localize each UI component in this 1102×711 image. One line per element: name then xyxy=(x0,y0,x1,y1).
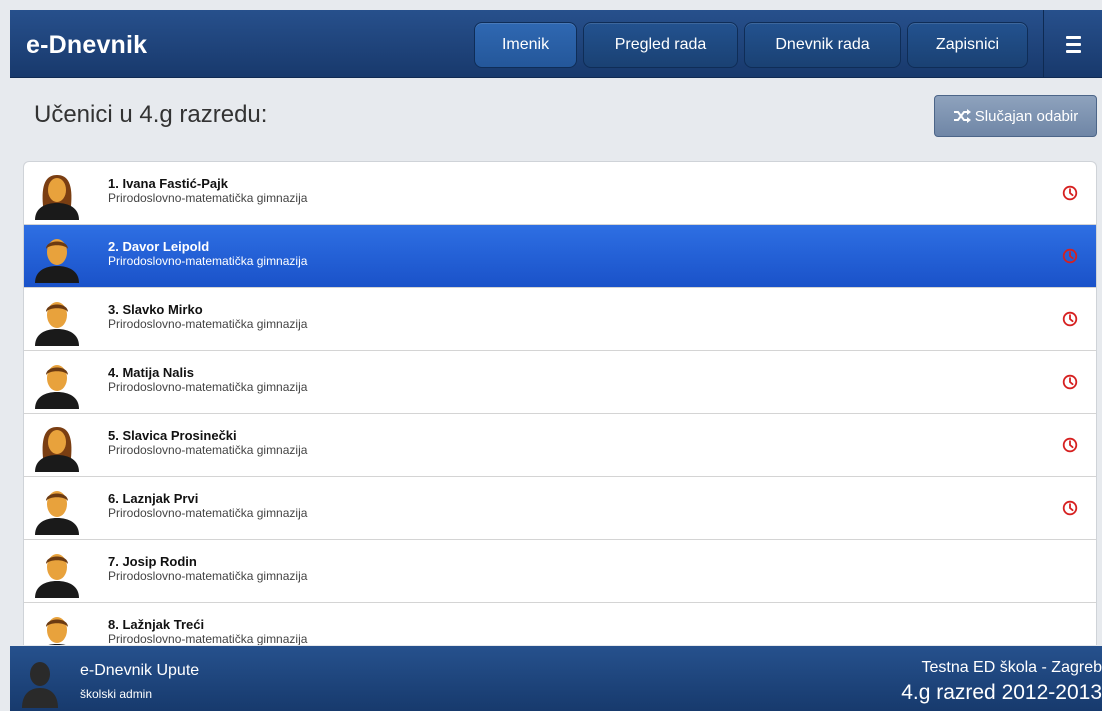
page-title: Učenici u 4.g razredu: xyxy=(34,101,268,128)
student-school: Prirodoslovno-matematička gimnazija xyxy=(108,506,308,520)
male-avatar-icon xyxy=(35,365,79,409)
student-row[interactable]: 4. Matija Nalis Prirodoslovno-matematičk… xyxy=(24,351,1096,414)
top-navbar: e-Dnevnik Imenik Pregled rada Dnevnik ra… xyxy=(10,10,1102,78)
nav-pregled-rada-button[interactable]: Pregled rada xyxy=(583,22,738,68)
male-avatar-icon xyxy=(35,554,79,598)
student-row[interactable]: 1. Ivana Fastić-Pajk Prirodoslovno-matem… xyxy=(24,162,1096,225)
student-row[interactable]: 7. Josip Rodin Prirodoslovno-matematička… xyxy=(24,540,1096,603)
student-row[interactable]: 8. Lažnjak Treći Prirodoslovno-matematič… xyxy=(24,603,1096,645)
nav-dnevnik-rada-button[interactable]: Dnevnik rada xyxy=(744,22,901,68)
student-name: 8. Lažnjak Treći xyxy=(108,617,205,632)
random-selection-button[interactable]: Slučajan odabir xyxy=(934,95,1097,137)
student-school: Prirodoslovno-matematička gimnazija xyxy=(108,569,308,583)
male-avatar-icon xyxy=(35,491,79,535)
student-school: Prirodoslovno-matematička gimnazija xyxy=(108,254,308,268)
student-name: 2. Davor Leipold xyxy=(108,239,210,254)
clock-icon[interactable] xyxy=(1062,500,1078,516)
school-name: Testna ED škola - Zagreb xyxy=(921,659,1102,676)
student-name: 5. Slavica Prosinečki xyxy=(108,428,237,443)
clock-icon[interactable] xyxy=(1062,374,1078,390)
user-avatar-icon xyxy=(22,662,58,708)
clock-icon[interactable] xyxy=(1062,437,1078,453)
random-selection-label: Slučajan odabir xyxy=(974,107,1079,125)
nav-zapisnici-button[interactable]: Zapisnici xyxy=(907,22,1028,68)
user-role: školski admin xyxy=(80,687,153,701)
student-school: Prirodoslovno-matematička gimnazija xyxy=(108,443,308,457)
female-avatar-icon xyxy=(35,427,79,472)
female-avatar-icon xyxy=(35,175,79,220)
student-row[interactable]: 6. Laznjak Prvi Prirodoslovno-matematičk… xyxy=(24,477,1096,540)
student-name: 1. Ivana Fastić-Pajk xyxy=(108,176,228,191)
student-school: Prirodoslovno-matematička gimnazija xyxy=(108,317,308,331)
student-row[interactable]: 2. Davor Leipold Prirodoslovno-matematič… xyxy=(24,225,1096,288)
nav-imenik-button[interactable]: Imenik xyxy=(474,22,577,68)
bottom-bar: e-Dnevnik Upute školski admin Testna ED … xyxy=(10,646,1102,711)
hamburger-menu-icon[interactable] xyxy=(1058,30,1088,58)
clock-icon[interactable] xyxy=(1062,248,1078,264)
student-list: 1. Ivana Fastić-Pajk Prirodoslovno-matem… xyxy=(23,161,1097,645)
male-avatar-icon xyxy=(46,617,68,645)
student-name: 7. Josip Rodin xyxy=(108,554,197,569)
student-school: Prirodoslovno-matematička gimnazija xyxy=(108,380,308,394)
male-avatar-icon xyxy=(35,239,79,283)
clock-icon[interactable] xyxy=(1062,185,1078,201)
student-row[interactable]: 5. Slavica Prosinečki Prirodoslovno-mate… xyxy=(24,414,1096,477)
app-title: e-Dnevnik xyxy=(26,31,148,59)
student-name: 3. Slavko Mirko xyxy=(108,302,203,317)
student-name: 4. Matija Nalis xyxy=(108,365,194,380)
nav-divider xyxy=(1043,10,1044,78)
shuffle-icon xyxy=(953,109,971,123)
student-school: Prirodoslovno-matematička gimnazija xyxy=(108,632,308,645)
class-year: 4.g razred 2012-2013 xyxy=(901,681,1102,704)
clock-icon[interactable] xyxy=(1062,311,1078,327)
student-row[interactable]: 3. Slavko Mirko Prirodoslovno-matematičk… xyxy=(24,288,1096,351)
student-name: 6. Laznjak Prvi xyxy=(108,491,199,506)
student-school: Prirodoslovno-matematička gimnazija xyxy=(108,191,308,205)
male-avatar-icon xyxy=(35,302,79,346)
help-link[interactable]: e-Dnevnik Upute xyxy=(80,662,199,680)
